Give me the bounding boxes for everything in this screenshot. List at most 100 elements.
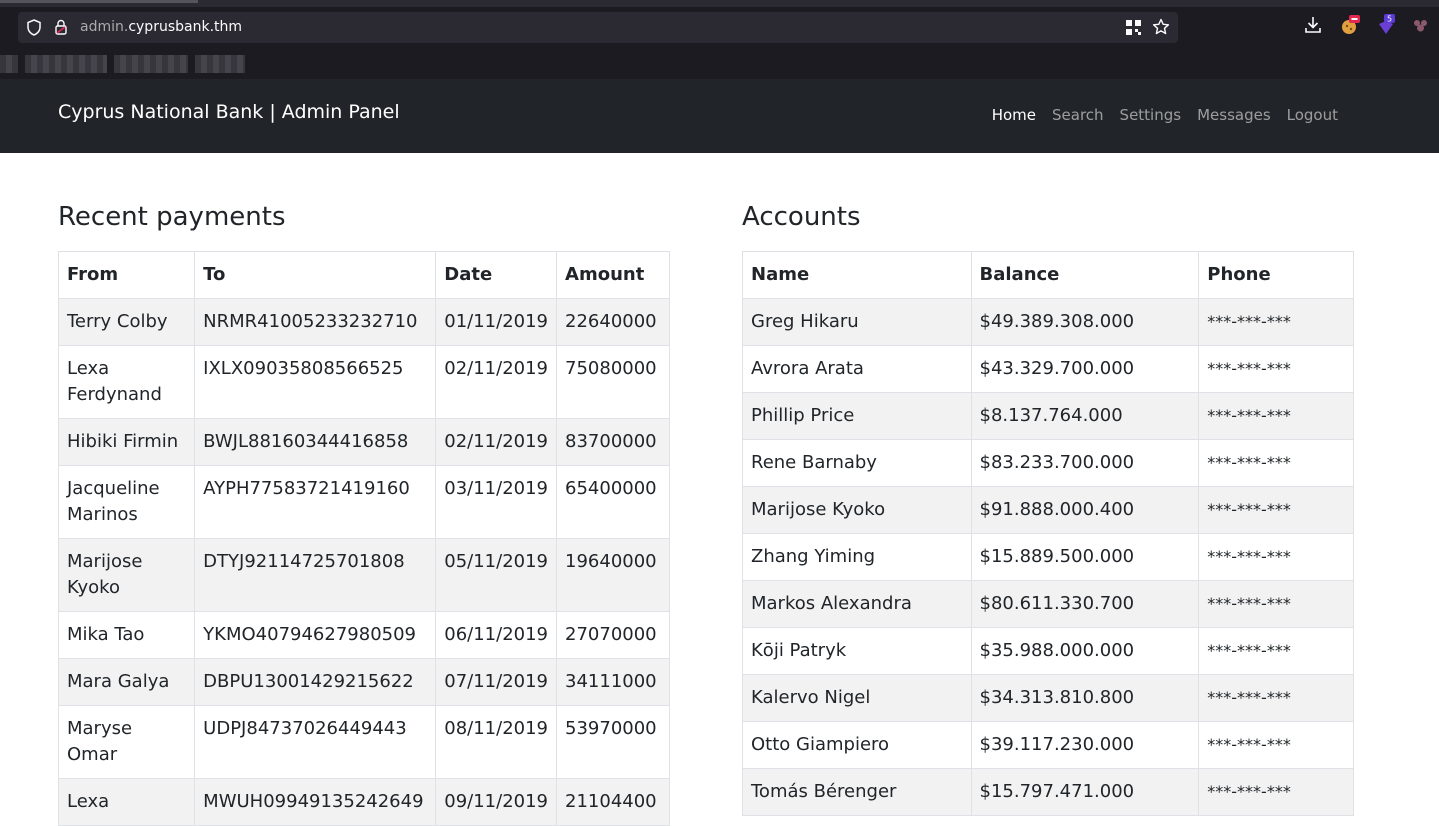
column-header-from: From	[57, 251, 196, 299]
account-phone: ***-***-***	[1198, 533, 1354, 581]
url-prefix: admin.	[80, 19, 129, 35]
account-name: Kōji Patryk	[742, 627, 972, 675]
accounts-title: Accounts	[742, 202, 861, 232]
table-row: Jacqueline Marinos AYPH77583721419160 03/1…	[57, 465, 670, 539]
bookmarks-bar	[0, 52, 260, 76]
account-name: Avrora Arata	[742, 345, 972, 393]
account-balance: $80.611.330.700	[970, 580, 1200, 628]
table-row: Tomás Bérenger $15.797.471.000 ***-***-***	[742, 768, 1354, 816]
payment-from: Marijose Kyoko	[57, 538, 196, 612]
extension-cookie-icon[interactable]	[1339, 14, 1361, 36]
payment-amount: 53970000	[556, 705, 670, 779]
payment-date: 09/11/2019	[435, 778, 558, 826]
payment-from: Jacqueline Marinos	[57, 465, 196, 539]
nav-settings[interactable]: Settings	[1112, 106, 1190, 124]
column-header-balance: Balance	[970, 251, 1200, 299]
table-row: Phillip Price $8.137.764.000 ***-***-***	[742, 392, 1354, 440]
bookmark-star-icon[interactable]	[1152, 18, 1170, 36]
accounts-body: Greg Hikaru $49.389.308.000 ***-***-*** Av…	[742, 298, 1354, 816]
payment-date: 01/11/2019	[435, 298, 558, 346]
payment-amount: 21104400	[556, 778, 670, 826]
extension-shield-icon[interactable]: 5	[1375, 14, 1397, 36]
url-host: cyprusbank.thm	[128, 19, 243, 35]
payment-amount: 22640000	[556, 298, 670, 346]
table-row: Hibiki Firmin BWJL88160344416858 02/11/201…	[57, 418, 670, 466]
table-row: Rene Barnaby $83.233.700.000 ***-***-***	[742, 439, 1354, 487]
payment-date: 06/11/2019	[435, 611, 558, 659]
account-phone: ***-***-***	[1198, 392, 1354, 440]
payment-date: 08/11/2019	[435, 705, 558, 779]
column-header-to: To	[194, 251, 437, 299]
account-phone: ***-***-***	[1198, 721, 1354, 769]
account-phone: ***-***-***	[1198, 345, 1354, 393]
nav-search[interactable]: Search	[1044, 106, 1112, 124]
active-tab-indicator[interactable]	[0, 0, 198, 3]
table-row: Maryse Omar UDPJ84737026449443 08/11/2019 5…	[57, 705, 670, 779]
tab-strip	[0, 0, 1439, 7]
nav-messages[interactable]: Messages	[1189, 106, 1279, 124]
account-name: Zhang Yiming	[742, 533, 972, 581]
table-row: Markos Alexandra $80.611.330.700 ***-***-*…	[742, 580, 1354, 628]
table-row: Lexa Ferdynand IXLX09035808566525 02/11/20…	[57, 345, 670, 419]
payment-from: Maryse Omar	[57, 705, 196, 779]
payment-to: NRMR41005233232710	[194, 298, 437, 346]
account-phone: ***-***-***	[1198, 674, 1354, 722]
table-row: Terry Colby NRMR41005233232710 01/11/2019 2…	[57, 298, 670, 346]
payment-to: IXLX09035808566525	[194, 345, 437, 419]
table-row: Kalervo Nigel $34.313.810.800 ***-***-***	[742, 674, 1354, 722]
nav-links: Home Search Settings Messages Logout	[984, 106, 1346, 124]
payments-table: From To Date Amount Terry Colby NRMR41005…	[57, 251, 670, 826]
table-row: Marijose Kyoko $91.888.000.400 ***-***-***	[742, 486, 1354, 534]
payment-date: 05/11/2019	[435, 538, 558, 612]
url-text[interactable]: admin.cyprusbank.thm	[80, 18, 242, 37]
payments-header-row: From To Date Amount	[57, 251, 670, 299]
lock-icon[interactable]	[54, 19, 68, 35]
payment-date: 03/11/2019	[435, 465, 558, 539]
payment-from: Lexa Ferdynand	[57, 345, 196, 419]
account-phone: ***-***-***	[1198, 439, 1354, 487]
payments-title: Recent payments	[58, 202, 286, 232]
nav-home[interactable]: Home	[984, 106, 1044, 124]
extension-paw-icon[interactable]	[1410, 14, 1432, 36]
account-name: Tomás Bérenger	[742, 768, 972, 816]
account-name: Otto Giampiero	[742, 721, 972, 769]
extension-badge: 5	[1387, 15, 1392, 24]
account-phone: ***-***-***	[1198, 627, 1354, 675]
column-header-date: Date	[435, 251, 558, 299]
download-icon[interactable]	[1302, 14, 1324, 36]
bookmark-item-blurred[interactable]	[114, 55, 188, 73]
account-name: Kalervo Nigel	[742, 674, 972, 722]
qr-code-icon[interactable]	[1126, 20, 1141, 35]
account-name: Markos Alexandra	[742, 580, 972, 628]
payment-amount: 75080000	[556, 345, 670, 419]
address-bar[interactable]: admin.cyprusbank.thm	[18, 12, 1178, 43]
accounts-table: Name Balance Phone Greg Hikaru $49.389.30…	[742, 251, 1354, 816]
payment-amount: 34111000	[556, 658, 670, 706]
account-balance: $15.797.471.000	[970, 768, 1200, 816]
navbar-brand[interactable]: Cyprus National Bank | Admin Panel	[58, 101, 400, 123]
bookmark-item-blurred[interactable]	[0, 55, 18, 73]
column-header-phone: Phone	[1198, 251, 1354, 299]
table-row: Marijose Kyoko DTYJ92114725701808 05/11/20…	[57, 538, 670, 612]
account-name: Greg Hikaru	[742, 298, 972, 346]
table-row: Kōji Patryk $35.988.000.000 ***-***-***	[742, 627, 1354, 675]
payment-amount: 65400000	[556, 465, 670, 539]
bookmark-item-blurred[interactable]	[25, 55, 107, 73]
account-phone: ***-***-***	[1198, 768, 1354, 816]
payment-from: Hibiki Firmin	[57, 418, 196, 466]
payment-from: Terry Colby	[57, 298, 196, 346]
column-header-name: Name	[742, 251, 972, 299]
payment-to: AYPH77583721419160	[194, 465, 437, 539]
account-balance: $34.313.810.800	[970, 674, 1200, 722]
table-row: Avrora Arata $43.329.700.000 ***-***-***	[742, 345, 1354, 393]
account-balance: $91.888.000.400	[970, 486, 1200, 534]
bookmark-item-blurred[interactable]	[195, 55, 245, 73]
shield-icon[interactable]	[26, 19, 42, 36]
nav-logout[interactable]: Logout	[1279, 106, 1346, 124]
column-header-amount: Amount	[556, 251, 670, 299]
payment-to: DTYJ92114725701808	[194, 538, 437, 612]
account-name: Marijose Kyoko	[742, 486, 972, 534]
account-phone: ***-***-***	[1198, 580, 1354, 628]
account-phone: ***-***-***	[1198, 486, 1354, 534]
table-row: Greg Hikaru $49.389.308.000 ***-***-***	[742, 298, 1354, 346]
